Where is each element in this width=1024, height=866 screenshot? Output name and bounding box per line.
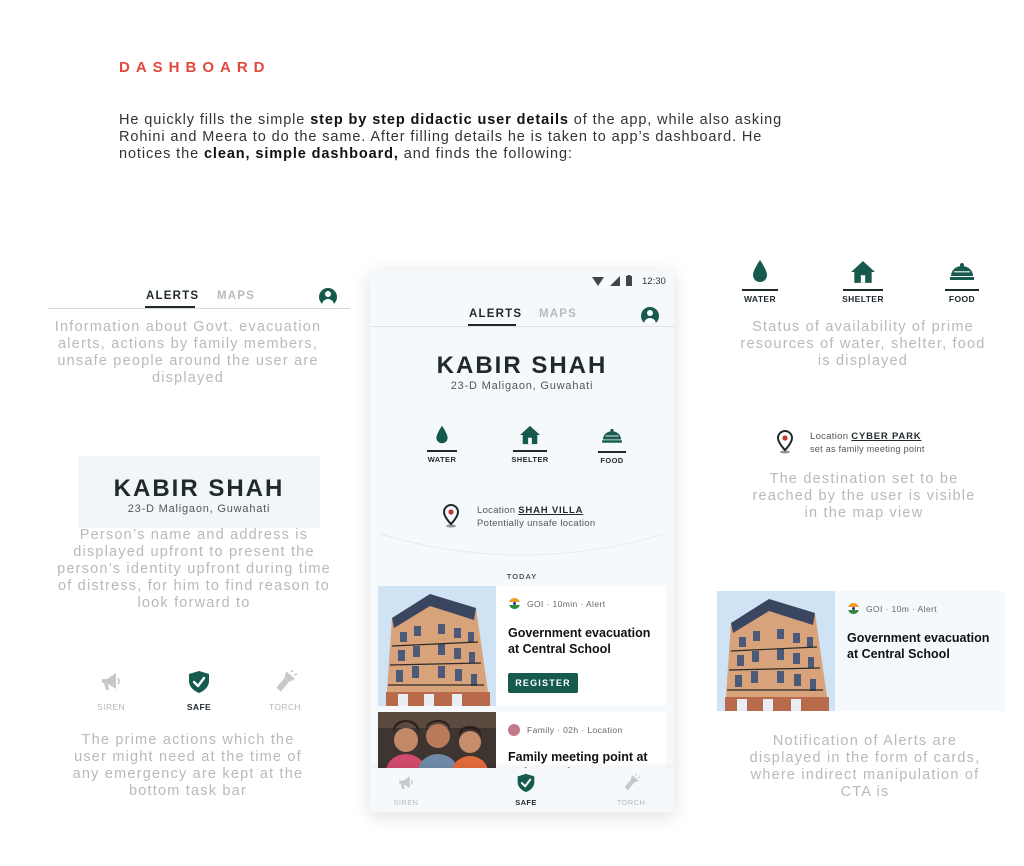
user-name: KABIR SHAH [113, 475, 285, 502]
location-pin-icon [442, 504, 460, 528]
section-today: TODAY [506, 572, 538, 581]
profile-avatar-icon[interactable] [641, 307, 659, 325]
clock: 12:30 [642, 276, 666, 287]
tab-alerts[interactable]: ALERTS [146, 290, 199, 302]
food-status: FOOD [940, 262, 984, 304]
food-cloche-icon [948, 262, 976, 284]
wifi-icon [592, 277, 604, 286]
caption-notification: Notification of Alerts are displayed in … [749, 733, 981, 800]
shelter-status: SHELTER [838, 260, 888, 304]
building-image [717, 591, 835, 711]
shelter-status: SHELTER [508, 425, 552, 464]
page-heading: DASHBOARD [119, 59, 271, 76]
tab-maps[interactable]: MAPS [539, 308, 577, 320]
signal-icon [610, 276, 620, 286]
phone-mockup: 12:30 ALERTS MAPS KABIR SHAH 23-D Maliga… [370, 270, 674, 812]
caption-actions: The prime actions which the user might n… [72, 732, 304, 799]
shield-check-icon [187, 670, 211, 694]
user-name: KABIR SHAH [436, 352, 608, 379]
torch-action[interactable]: TORCH [266, 670, 304, 712]
siren-action[interactable]: SIREN [92, 670, 130, 712]
tabs-demo: ALERTS MAPS [48, 284, 350, 309]
safe-action[interactable]: SAFE [508, 773, 544, 807]
india-flag-icon [509, 598, 520, 609]
house-icon [850, 260, 876, 284]
water-status: WATER [738, 258, 782, 304]
tab-bar: ALERTS MAPS [370, 302, 674, 327]
siren-icon [397, 774, 415, 792]
battery-icon [626, 275, 632, 286]
siren-action[interactable]: SIREN [388, 774, 424, 807]
torch-icon [622, 774, 640, 792]
user-address: 23-D Maligaon, Guwahati [450, 380, 594, 392]
user-address: 23-D Maligaon, Guwahati [127, 503, 271, 515]
tab-maps[interactable]: MAPS [217, 290, 255, 302]
family-photo [378, 712, 496, 772]
name-card-demo: KABIR SHAH 23-D Maligaon, Guwahati [78, 456, 320, 528]
shield-check-icon [516, 773, 536, 793]
torch-icon [273, 670, 297, 694]
caption-resources: Status of availability of prime resource… [740, 319, 986, 369]
water-status: WATER [422, 424, 462, 464]
register-button[interactable]: REGISTER [508, 673, 578, 693]
building-image [378, 586, 496, 706]
tab-alerts[interactable]: ALERTS [469, 308, 522, 320]
bottom-task-bar: SIREN SAFE TORCH [370, 768, 674, 812]
torch-action[interactable]: TORCH [613, 774, 649, 807]
sample-alert-card[interactable]: GOI · 10m · Alert Government evacuation … [717, 591, 1005, 711]
unsafe-location[interactable]: Location SHAH VILLA Potentially unsafe l… [477, 505, 595, 529]
divider-curve [379, 533, 665, 556]
intro-paragraph: He quickly fills the simple step by step… [119, 112, 783, 162]
alert-card[interactable]: GOI · 10min · Alert Government evacuatio… [378, 586, 666, 706]
food-cloche-icon [600, 428, 624, 446]
location-pin-icon [776, 430, 794, 454]
food-status: FOOD [592, 428, 632, 465]
status-bar: 12:30 [370, 270, 674, 292]
safe-action[interactable]: SAFE [180, 670, 218, 712]
india-flag-icon [848, 603, 859, 614]
caption-name: Person’s name and address is displayed u… [57, 527, 331, 611]
water-drop-icon [750, 258, 770, 284]
meeting-location[interactable]: Location CYBER PARK set as family meetin… [810, 431, 925, 454]
profile-avatar-icon[interactable] [319, 288, 337, 306]
water-drop-icon [434, 424, 450, 445]
caption-destination: The destination set to be reached by the… [752, 471, 976, 521]
family-avatar [508, 724, 520, 736]
house-icon [519, 425, 541, 445]
siren-icon [99, 670, 123, 694]
caption-alerts: Information about Govt. evacuation alert… [54, 319, 322, 386]
